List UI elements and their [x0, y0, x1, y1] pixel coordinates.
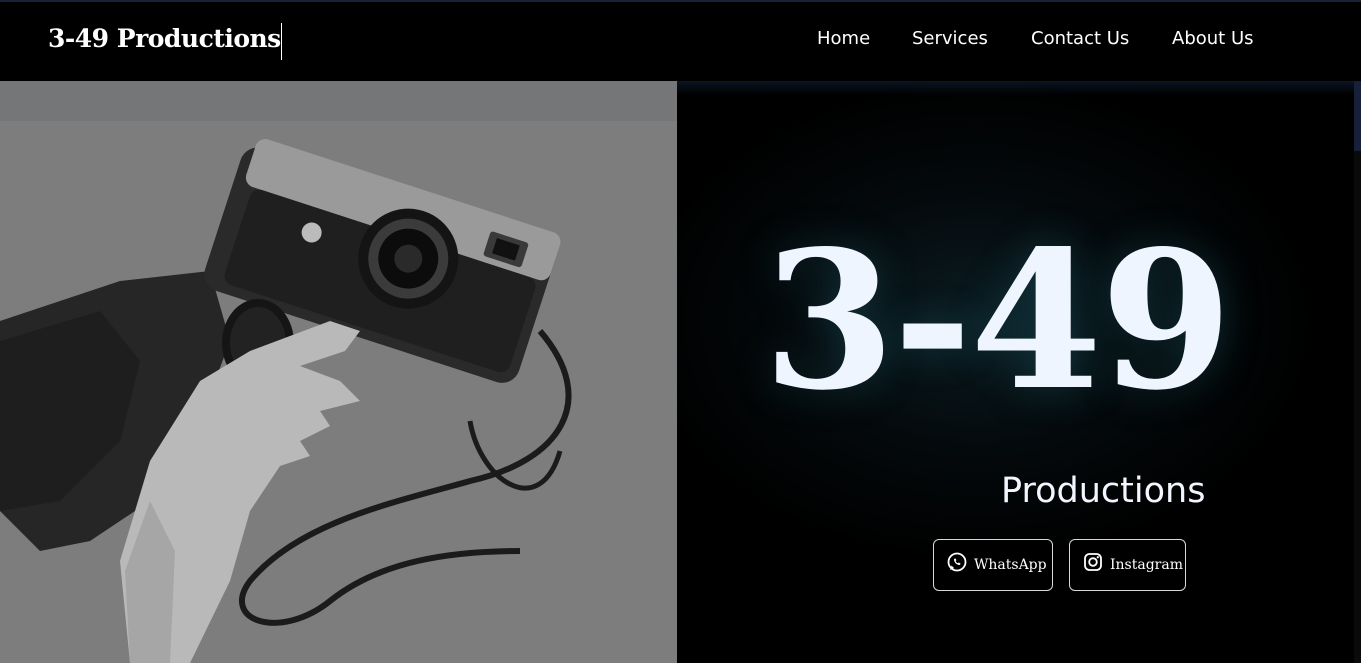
whatsapp-label: WhatsApp — [974, 557, 1047, 573]
whatsapp-button[interactable]: WhatsApp — [933, 539, 1053, 591]
navbar: 3-49 Productions Home Services Contact U… — [0, 2, 1361, 81]
nav-about-link[interactable]: About Us — [1172, 28, 1254, 49]
nav-contact-link[interactable]: Contact Us — [1031, 28, 1129, 49]
scrollbar-thumb[interactable] — [1354, 81, 1361, 151]
brand-logo-text[interactable]: 3-49 Productions — [48, 24, 281, 53]
nav-home-link[interactable]: Home — [817, 28, 870, 49]
hero-top-shade — [677, 81, 1354, 95]
instagram-icon — [1082, 551, 1104, 573]
hero-camera-photo — [0, 81, 677, 663]
camera-illustration — [0, 81, 677, 663]
instagram-label: Instagram — [1110, 557, 1183, 573]
hero-title: 3-49 — [763, 209, 1232, 432]
nav-services-link[interactable]: Services — [912, 28, 988, 49]
instagram-button[interactable]: Instagram — [1069, 539, 1186, 591]
whatsapp-icon — [946, 551, 968, 573]
text-caret — [281, 23, 282, 60]
hero-subtitle: Productions — [1001, 471, 1206, 511]
scrollbar-track[interactable] — [1354, 81, 1361, 663]
hero-panel: 3-49 Productions WhatsApp Instagram — [677, 81, 1354, 663]
page: 3-49 Productions Home Services Contact U… — [0, 0, 1361, 663]
